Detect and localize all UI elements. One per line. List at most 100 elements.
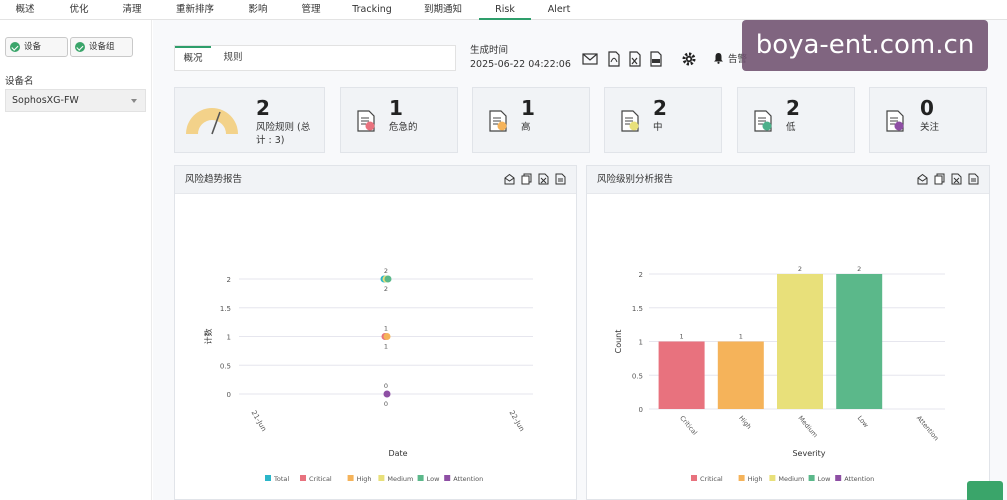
bar-value-label: 1	[739, 333, 743, 341]
watermark: boya-ent.com.cn	[742, 20, 988, 71]
tab-cleanup[interactable]: 清理	[113, 0, 151, 20]
chat-button[interactable]	[967, 481, 1003, 500]
medium-count: 2	[653, 96, 667, 120]
bar-critical	[658, 341, 705, 409]
tab-optimize[interactable]: 优化	[60, 0, 98, 20]
legend-label: Attention	[453, 475, 483, 483]
data-label: 2	[384, 285, 388, 293]
subtab-overview[interactable]: 概况	[175, 46, 211, 70]
bell-icon	[714, 53, 723, 64]
risk-rules-caption: 风险规则 (总计 : 3)	[256, 122, 311, 146]
gear-icon[interactable]	[681, 51, 697, 67]
sidebar: 设备 设备组 设备名 SophosXG-FW	[0, 20, 152, 500]
subtab-bar: 概况 规则	[174, 45, 456, 71]
high-caption: 高	[521, 122, 531, 133]
device-button[interactable]: 设备	[5, 37, 68, 57]
bar-high	[717, 341, 764, 409]
top-nav: 概述 优化 清理 重新排序 影响 管理 Tracking 到期通知 Risk A…	[0, 0, 1007, 20]
y-tick-label: 0.5	[220, 362, 231, 370]
y-tick-label: 2	[227, 276, 231, 284]
tab-alert[interactable]: Alert	[540, 0, 578, 20]
subtab-rules[interactable]: 规则	[215, 46, 251, 70]
device-button-label: 设备	[24, 42, 42, 52]
bar-value-label: 2	[798, 265, 802, 273]
data-label: 2	[384, 267, 388, 275]
legend-label: Critical	[700, 475, 723, 483]
x-tick-label: Attention	[915, 414, 940, 442]
tab-reorder[interactable]: 重新排序	[168, 0, 222, 20]
legend-swatch	[300, 475, 306, 481]
bar-value-label: 2	[857, 265, 861, 273]
document-icon[interactable]	[555, 173, 566, 185]
risk-trend-panel: 风险趋势报告 0 0.5 1 1.5 2 21-Jun 22-Jun Date 计数 2 2 1 1 0 0…	[174, 165, 577, 500]
x-axis-label: Date	[388, 449, 407, 458]
y-axis-label: Count	[614, 330, 623, 354]
summary-card-critical: 1 危急的	[340, 87, 458, 153]
risk-trend-chart: 0 0.5 1 1.5 2 21-Jun 22-Jun Date 计数 2 2 1 1 0 0 Total Cr…	[203, 267, 533, 483]
data-label: 1	[384, 343, 388, 351]
legend-swatch	[347, 475, 354, 481]
legend-label: Medium	[387, 475, 413, 483]
document-icon	[489, 110, 507, 132]
email-icon[interactable]	[582, 51, 598, 67]
attention-count: 0	[920, 96, 934, 120]
x-tick-label: High	[737, 414, 753, 431]
document-icon[interactable]	[968, 173, 979, 185]
legend-swatch	[444, 475, 451, 481]
copy-icon[interactable]	[934, 173, 945, 185]
attention-caption: 关注	[920, 122, 940, 133]
tab-expiry[interactable]: 到期通知	[418, 0, 468, 20]
tab-overview[interactable]: 概述	[6, 0, 44, 20]
legend-label: High	[357, 475, 372, 483]
generated-time-value: 2025-06-22 04:22:06	[470, 59, 571, 70]
critical-count: 1	[389, 96, 403, 120]
tab-risk[interactable]: Risk	[479, 0, 531, 20]
document-icon	[886, 110, 904, 132]
pdf-icon[interactable]	[606, 51, 622, 67]
data-point-attention	[383, 390, 391, 398]
data-label: 1	[384, 325, 388, 333]
device-group-button[interactable]: 设备组	[70, 37, 133, 57]
x-axis-label: Severity	[792, 449, 825, 458]
bar-low	[836, 274, 883, 409]
x-tick-label: 21-Jun	[250, 409, 268, 433]
legend-label: Total	[273, 475, 289, 483]
email-icon[interactable]	[917, 173, 928, 185]
summary-card-attention: 0 关注	[869, 87, 987, 153]
y-tick-label: 0.5	[632, 372, 643, 380]
severity-panel: 风险级别分析报告 0 0.5 1 1.5 2 1 Critical 1 High 2 Medium 2…	[586, 165, 990, 500]
email-icon[interactable]	[504, 173, 515, 185]
bar-value-label: 1	[680, 333, 684, 341]
y-axis-label: 计数	[203, 329, 213, 345]
y-tick-label: 0	[639, 406, 643, 414]
y-tick-label: 0	[227, 391, 231, 399]
tab-tracking[interactable]: Tracking	[346, 0, 398, 20]
device-group-button-label: 设备组	[89, 42, 115, 52]
summary-card-low: 2 低	[737, 87, 855, 153]
data-label: 0	[384, 400, 388, 408]
legend-swatch	[417, 475, 424, 481]
tab-manage[interactable]: 管理	[292, 0, 330, 20]
document-icon	[621, 110, 639, 132]
x-tick-label: Critical	[678, 414, 699, 437]
check-icon	[75, 42, 85, 52]
check-icon	[10, 42, 20, 52]
x-tick-label: Low	[856, 414, 871, 429]
x-tick-label: 22-Jun	[508, 409, 526, 433]
risk-trend-header: 风险趋势报告	[175, 166, 576, 194]
tab-impact[interactable]: 影响	[240, 0, 276, 20]
device-select[interactable]: SophosXG-FW	[5, 89, 146, 112]
legend-swatch	[835, 475, 842, 481]
excel-icon[interactable]	[538, 173, 549, 185]
legend-swatch	[265, 475, 271, 481]
excel-icon[interactable]	[627, 51, 643, 67]
legend-label: Critical	[309, 475, 332, 483]
medium-caption: 中	[653, 122, 663, 133]
legend-label: Attention	[844, 475, 874, 483]
y-tick-label: 1.5	[632, 305, 643, 313]
high-count: 1	[521, 96, 535, 120]
y-tick-label: 1	[227, 334, 231, 342]
excel-icon[interactable]	[951, 173, 962, 185]
copy-icon[interactable]	[521, 173, 532, 185]
csv-icon[interactable]	[648, 51, 664, 67]
